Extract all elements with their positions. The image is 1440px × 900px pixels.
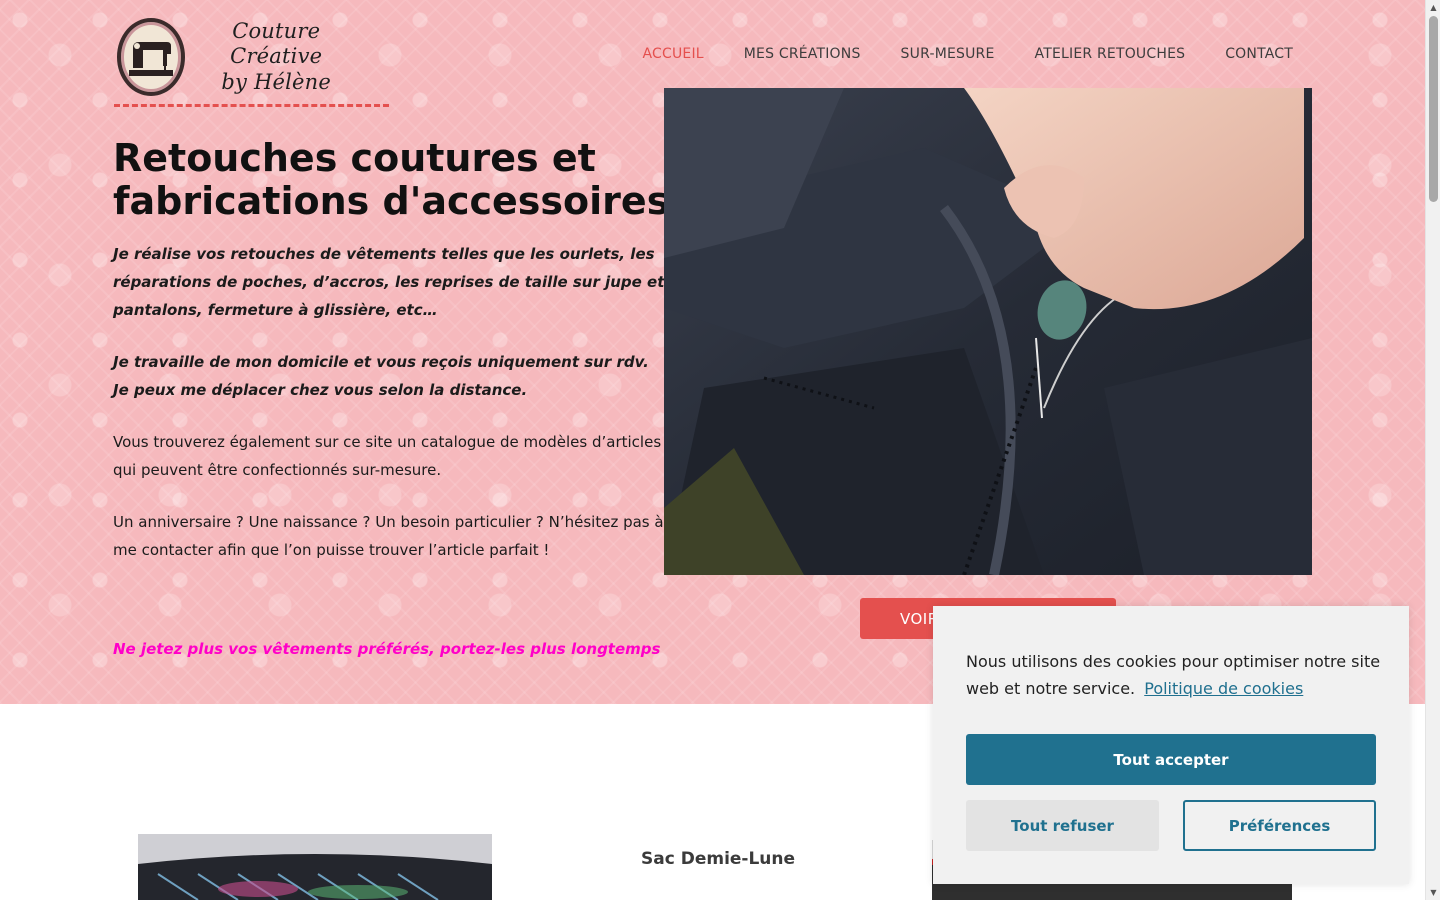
scroll-thumb[interactable] [1429,16,1438,202]
intro-paragraph-1: Je réalise vos retouches de vêtements te… [113,245,665,319]
preferences-button[interactable]: Préférences [1183,800,1376,851]
logo-text: Couture Créative by Hélène [195,19,357,95]
hero-text: Je réalise vos retouches de vêtements te… [113,240,665,588]
cookie-banner: Nous utilisons des cookies pour optimise… [933,606,1409,884]
hand-sewing-needle-photo [664,88,1312,575]
sewing-machine-icon [117,18,186,96]
site-logo[interactable]: Couture Créative by Hélène [117,18,357,96]
accept-all-button[interactable]: Tout accepter [966,734,1376,785]
cookie-message: Nous utilisons des cookies pour optimise… [966,648,1386,702]
page-scrollbar[interactable]: ▲ ▼ [1425,0,1440,900]
scroll-up-arrow-icon[interactable]: ▲ [1426,0,1440,15]
nav-accueil[interactable]: ACCUEIL [642,46,703,62]
hero-section: Couture Créative by Hélène ACCUEIL MES C… [0,0,1425,704]
cookie-policy-link[interactable]: Politique de cookies [1144,679,1303,698]
main-nav: ACCUEIL MES CRÉATIONS SUR-MESURE ATELIER… [642,46,1293,62]
product-title[interactable]: Sac Demie-Lune [641,849,795,869]
intro-paragraph-4: Un anniversaire ? Une naissance ? Un bes… [113,513,664,559]
nav-atelier-retouches[interactable]: ATELIER RETOUCHES [1035,46,1186,62]
page-title: Retouches coutures et fabrications d'acc… [113,136,670,223]
dashed-divider [114,104,389,107]
refuse-all-button[interactable]: Tout refuser [966,800,1159,851]
nav-contact[interactable]: CONTACT [1225,46,1293,62]
scroll-down-arrow-icon[interactable]: ▼ [1426,885,1440,900]
logo-line-2: by Hélène [221,69,332,94]
nav-mes-creations[interactable]: MES CRÉATIONS [744,46,861,62]
intro-paragraph-2: Je travaille de mon domicile et vous reç… [113,353,649,399]
nav-sur-mesure[interactable]: SUR-MESURE [901,46,995,62]
logo-line-1: Couture Créative [230,19,323,69]
holographic-bag-photo[interactable] [138,834,492,900]
intro-paragraph-3: Vous trouverez également sur ce site un … [113,433,662,479]
hero-tagline: Ne jetez plus vos vêtements préférés, po… [113,640,661,658]
